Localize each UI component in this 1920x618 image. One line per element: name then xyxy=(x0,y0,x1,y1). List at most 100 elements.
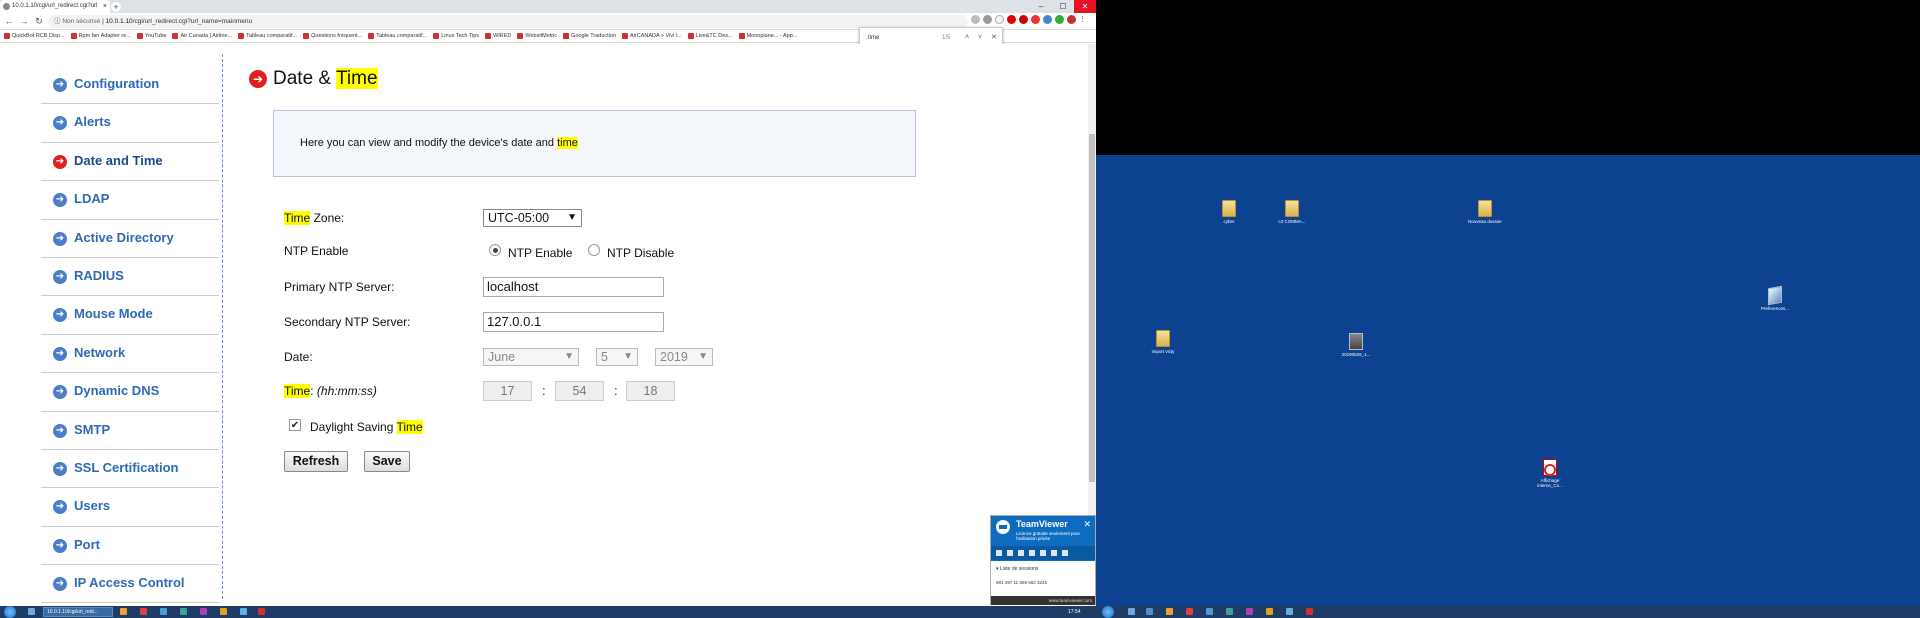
back-arrow-icon[interactable]: ← xyxy=(3,15,15,27)
teamviewer-footer-link[interactable]: www.teamviewer.com xyxy=(991,596,1095,605)
bookmark-item[interactable]: Air Canada | Airline... xyxy=(172,30,232,42)
bookmark-item[interactable]: Tableau comparatif... xyxy=(238,30,297,42)
forward-arrow-icon[interactable]: → xyxy=(18,15,30,27)
reload-icon[interactable]: ↻ xyxy=(33,15,45,27)
new-tab-button[interactable]: + xyxy=(111,2,121,12)
taskbar-app-icon[interactable] xyxy=(28,608,35,615)
bookmark-item[interactable]: YouTube xyxy=(136,30,166,42)
bookmark-item[interactable]: Google Traduction xyxy=(563,30,616,42)
bookmark-item[interactable]: AirCANADA » Vivi l... xyxy=(622,30,682,42)
session-row[interactable]: 981 497 11 569 562 3245 xyxy=(996,580,1047,585)
zoom-icon[interactable] xyxy=(983,15,992,24)
hour-input[interactable]: 17 xyxy=(483,381,532,401)
minimize-icon[interactable]: – xyxy=(1030,0,1052,13)
extension-icon[interactable] xyxy=(1007,15,1016,24)
taskbar-app-icon[interactable] xyxy=(180,608,187,615)
sidebar-item-smtp[interactable]: ➔ SMTP xyxy=(41,412,219,450)
taskbar-app-icon[interactable] xyxy=(140,608,147,615)
taskbar-app-icon[interactable] xyxy=(1246,608,1253,615)
desktop-icon[interactable]: 20190529_1... xyxy=(1336,333,1376,357)
teamviewer-close-icon[interactable]: ✕ xyxy=(1083,519,1091,530)
chat-icon[interactable] xyxy=(1018,550,1024,556)
primary-ntp-input[interactable]: localhost xyxy=(483,277,664,297)
sidebar-item-dynamic-dns[interactable]: ➔ Dynamic DNS xyxy=(41,373,219,412)
taskbar-app-icon[interactable] xyxy=(120,608,127,615)
taskbar-app-icon[interactable] xyxy=(1128,608,1135,615)
bookmark-item[interactable]: Linux Tech Tips xyxy=(433,30,479,42)
desktop-icon[interactable]: Affichage interne_Co... xyxy=(1530,459,1570,488)
minute-input[interactable]: 54 xyxy=(555,381,604,401)
desktop-icon[interactable]: c3 COMMA... xyxy=(1272,200,1312,224)
find-input[interactable]: time xyxy=(868,35,879,41)
desktop-icon[interactable]: Preferences... xyxy=(1755,285,1795,311)
taskbar-app-icon[interactable] xyxy=(1166,608,1173,615)
daylight-saving-checkbox[interactable]: ✔ xyxy=(289,419,301,431)
taskbar-app-icon[interactable] xyxy=(1206,608,1213,615)
desktop-icon[interactable]: Nouveau dossier xyxy=(1465,200,1505,224)
extension-icon[interactable] xyxy=(1019,15,1028,24)
month-select[interactable]: June ▼ xyxy=(483,348,579,366)
second-input[interactable]: 18 xyxy=(626,381,675,401)
bookmark-star-icon[interactable] xyxy=(995,15,1004,24)
sidebar-item-radius[interactable]: ➔ RADIUS xyxy=(41,258,219,297)
address-bar[interactable]: ⓘ Non sécurisé | 10.0.1.10/cgi/url_redir… xyxy=(48,15,968,28)
maximize-icon[interactable]: ☐ xyxy=(1052,0,1074,13)
extension-icon[interactable] xyxy=(1031,15,1040,24)
taskbar-app-icon[interactable] xyxy=(240,608,247,615)
time-zone-select[interactable]: UTC-05:00 ▼ xyxy=(483,209,582,227)
collapse-icon[interactable] xyxy=(1062,550,1068,556)
save-button[interactable]: Save xyxy=(364,451,410,472)
refresh-button[interactable]: Refresh xyxy=(284,451,348,472)
extension-icon[interactable] xyxy=(1043,15,1052,24)
day-select[interactable]: 5 ▼ xyxy=(596,348,638,366)
menu-dots-icon[interactable]: ⋮ xyxy=(1079,15,1088,24)
sidebar-item-configuration[interactable]: ➔ Configuration xyxy=(41,66,219,105)
taskbar-app-icon[interactable] xyxy=(1186,608,1193,615)
taskbar-app-icon[interactable] xyxy=(160,608,167,615)
sidebar-item-port[interactable]: ➔ Port xyxy=(41,527,219,566)
sidebar-item-ldap[interactable]: ➔ LDAP xyxy=(41,181,219,220)
sidebar-item-users[interactable]: ➔ Users xyxy=(41,488,219,527)
close-tab-icon[interactable]: × xyxy=(103,0,107,13)
check-icon[interactable] xyxy=(1051,550,1057,556)
taskbar-app-icon[interactable] xyxy=(200,608,207,615)
taskbar-app-icon[interactable] xyxy=(1226,608,1233,615)
bookmark-item[interactable]: WIRED xyxy=(485,30,511,42)
bookmark-item[interactable]: Rpm fan Adapter re... xyxy=(70,30,131,42)
year-select[interactable]: 2019 ▼ xyxy=(655,348,713,366)
profile-avatar[interactable] xyxy=(1067,15,1076,24)
start-button-icon[interactable] xyxy=(4,606,16,618)
sidebar-item-mouse-mode[interactable]: ➔ Mouse Mode xyxy=(41,296,219,335)
ntp-enable-radio[interactable] xyxy=(489,244,501,256)
desktop-icon[interactable]: cyber xyxy=(1209,200,1249,224)
taskbar-app-icon[interactable] xyxy=(258,608,265,615)
extension-icon[interactable] xyxy=(1055,15,1064,24)
taskbar-browser-item[interactable]: 10.0.1.10/cgi/url_redi... xyxy=(43,607,113,617)
sidebar-item-ssl-certification[interactable]: ➔ SSL Certification xyxy=(41,450,219,489)
screen-icon[interactable] xyxy=(1040,550,1046,556)
sidebar-item-date-and-time[interactable]: ➔ Date and Time xyxy=(41,143,219,182)
browser-tab[interactable]: 10.0.1.10/cgi/url_redirect.cgi?url × xyxy=(0,0,110,13)
bookmark-item[interactable]: Questions fréquent... xyxy=(303,30,362,42)
bookmark-item[interactable]: QuickBot RCB Disp... xyxy=(4,30,65,42)
taskbar-clock[interactable]: 17:54 xyxy=(1068,606,1081,618)
bookmark-item[interactable]: WebsitMetric xyxy=(517,30,557,42)
sidebar-item-network[interactable]: ➔ Network xyxy=(41,335,219,374)
desktop-icon[interactable]: import victy xyxy=(1143,330,1183,354)
files-icon[interactable] xyxy=(1029,550,1035,556)
start-button-icon[interactable] xyxy=(1102,606,1114,618)
taskbar-app-icon[interactable] xyxy=(220,608,227,615)
close-window-icon[interactable]: ✕ xyxy=(1074,0,1096,13)
sidebar-item-ip-access-control[interactable]: ➔ IP Access Control xyxy=(41,565,219,604)
bookmark-item[interactable]: Live&TC Des... xyxy=(687,30,733,42)
taskbar-app-icon[interactable] xyxy=(1286,608,1293,615)
taskbar-app-icon[interactable] xyxy=(1266,608,1273,615)
sidebar-item-alerts[interactable]: ➔ Alerts xyxy=(41,104,219,143)
secondary-ntp-input[interactable]: 127.0.0.1 xyxy=(483,312,664,332)
taskbar-app-icon[interactable] xyxy=(1306,608,1313,615)
sidebar-item-active-directory[interactable]: ➔ Active Directory xyxy=(41,220,219,258)
bookmark-item[interactable]: Tableau comparatif... xyxy=(368,30,427,42)
ntp-disable-radio[interactable] xyxy=(588,244,600,256)
taskbar-app-icon[interactable] xyxy=(1146,608,1153,615)
audio-icon[interactable] xyxy=(1007,550,1013,556)
